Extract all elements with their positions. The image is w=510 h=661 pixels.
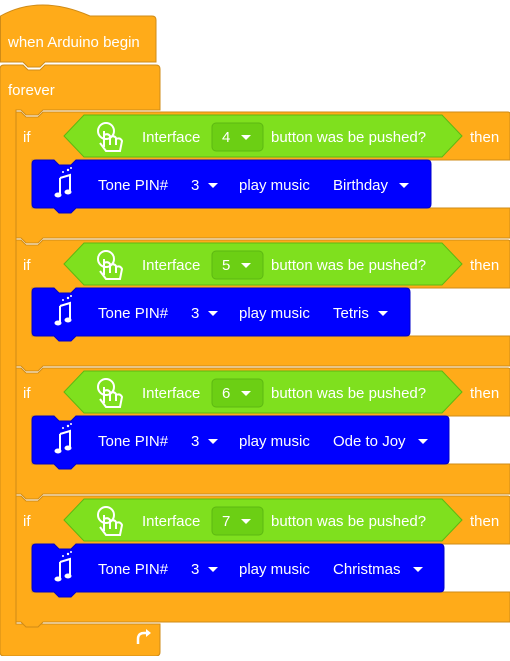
then-label: then <box>470 513 499 530</box>
if-label: if <box>23 513 31 530</box>
interface-dropdown[interactable]: 4 <box>211 122 264 152</box>
blocks-canvas: when Arduino begin forever if Interface … <box>0 4 510 657</box>
pushed-label: button was be pushed? <box>271 385 426 402</box>
song-value: Christmas <box>333 561 401 578</box>
play-music-label: play music <box>239 177 310 194</box>
interface-label: Interface <box>142 513 200 530</box>
hat-label: when Arduino begin <box>7 34 140 51</box>
pin-value: 3 <box>191 561 199 578</box>
pushed-label: button was be pushed? <box>271 257 426 274</box>
tone-play-music-block[interactable]: Tone PIN# 3 play music Birthday <box>31 159 432 214</box>
interface-label: Interface <box>142 129 200 146</box>
interface-value: 4 <box>222 129 230 146</box>
forever-label: forever <box>8 82 55 99</box>
play-music-label: play music <box>239 561 310 578</box>
pushed-label: button was be pushed? <box>271 129 426 146</box>
play-music-label: play music <box>239 305 310 322</box>
interface-dropdown[interactable]: 6 <box>211 378 264 408</box>
interface-dropdown[interactable]: 5 <box>211 250 264 280</box>
song-value: Tetris <box>333 305 369 322</box>
if-block[interactable]: if Interface 7 button was be pushed? the… <box>15 495 510 628</box>
interface-value: 5 <box>222 257 230 274</box>
if-block[interactable]: if Interface 6 button was be pushed? the… <box>15 367 510 500</box>
tone-play-music-block[interactable]: Tone PIN# 3 play music Ode to Joy <box>31 415 450 470</box>
when-arduino-begin-block[interactable]: when Arduino begin <box>0 4 157 68</box>
interface-label: Interface <box>142 257 200 274</box>
if-block[interactable]: if Interface 4 button was be pushed? the… <box>15 111 510 244</box>
pin-value: 3 <box>191 177 199 194</box>
interface-value: 7 <box>222 513 230 530</box>
interface-dropdown[interactable]: 7 <box>211 506 264 536</box>
then-label: then <box>470 129 499 146</box>
interface-value: 6 <box>222 385 230 402</box>
tone-label: Tone PIN# <box>98 305 169 322</box>
if-label: if <box>23 129 31 146</box>
if-label: if <box>23 257 31 274</box>
pin-value: 3 <box>191 305 199 322</box>
song-value: Birthday <box>333 177 389 194</box>
tone-play-music-block[interactable]: Tone PIN# 3 play music Tetris <box>31 287 411 342</box>
tone-label: Tone PIN# <box>98 433 169 450</box>
song-value: Ode to Joy <box>333 433 406 450</box>
tone-play-music-block[interactable]: Tone PIN# 3 play music Christmas <box>31 543 445 598</box>
play-music-label: play music <box>239 433 310 450</box>
tone-label: Tone PIN# <box>98 561 169 578</box>
pushed-label: button was be pushed? <box>271 513 426 530</box>
then-label: then <box>470 257 499 274</box>
interface-label: Interface <box>142 385 200 402</box>
if-label: if <box>23 385 31 402</box>
if-block[interactable]: if Interface 5 button was be pushed? the… <box>15 239 510 372</box>
then-label: then <box>470 385 499 402</box>
pin-value: 3 <box>191 433 199 450</box>
tone-label: Tone PIN# <box>98 177 169 194</box>
